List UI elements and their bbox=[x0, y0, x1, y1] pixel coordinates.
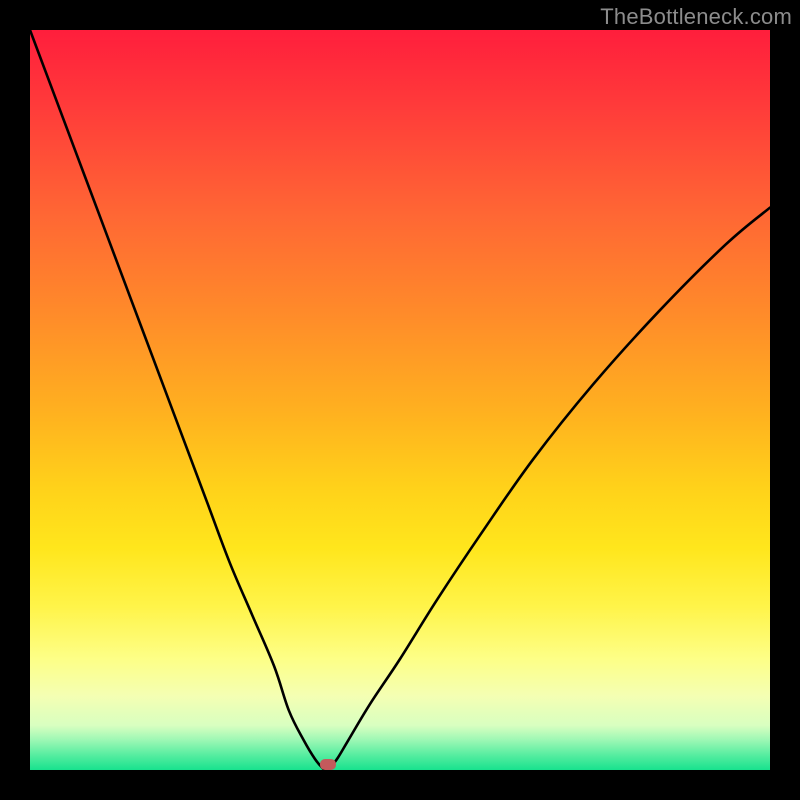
bottleneck-curve bbox=[30, 30, 770, 770]
watermark-text: TheBottleneck.com bbox=[600, 4, 792, 30]
optimal-point-marker bbox=[320, 759, 336, 770]
plot-area bbox=[30, 30, 770, 770]
chart-frame: TheBottleneck.com bbox=[0, 0, 800, 800]
